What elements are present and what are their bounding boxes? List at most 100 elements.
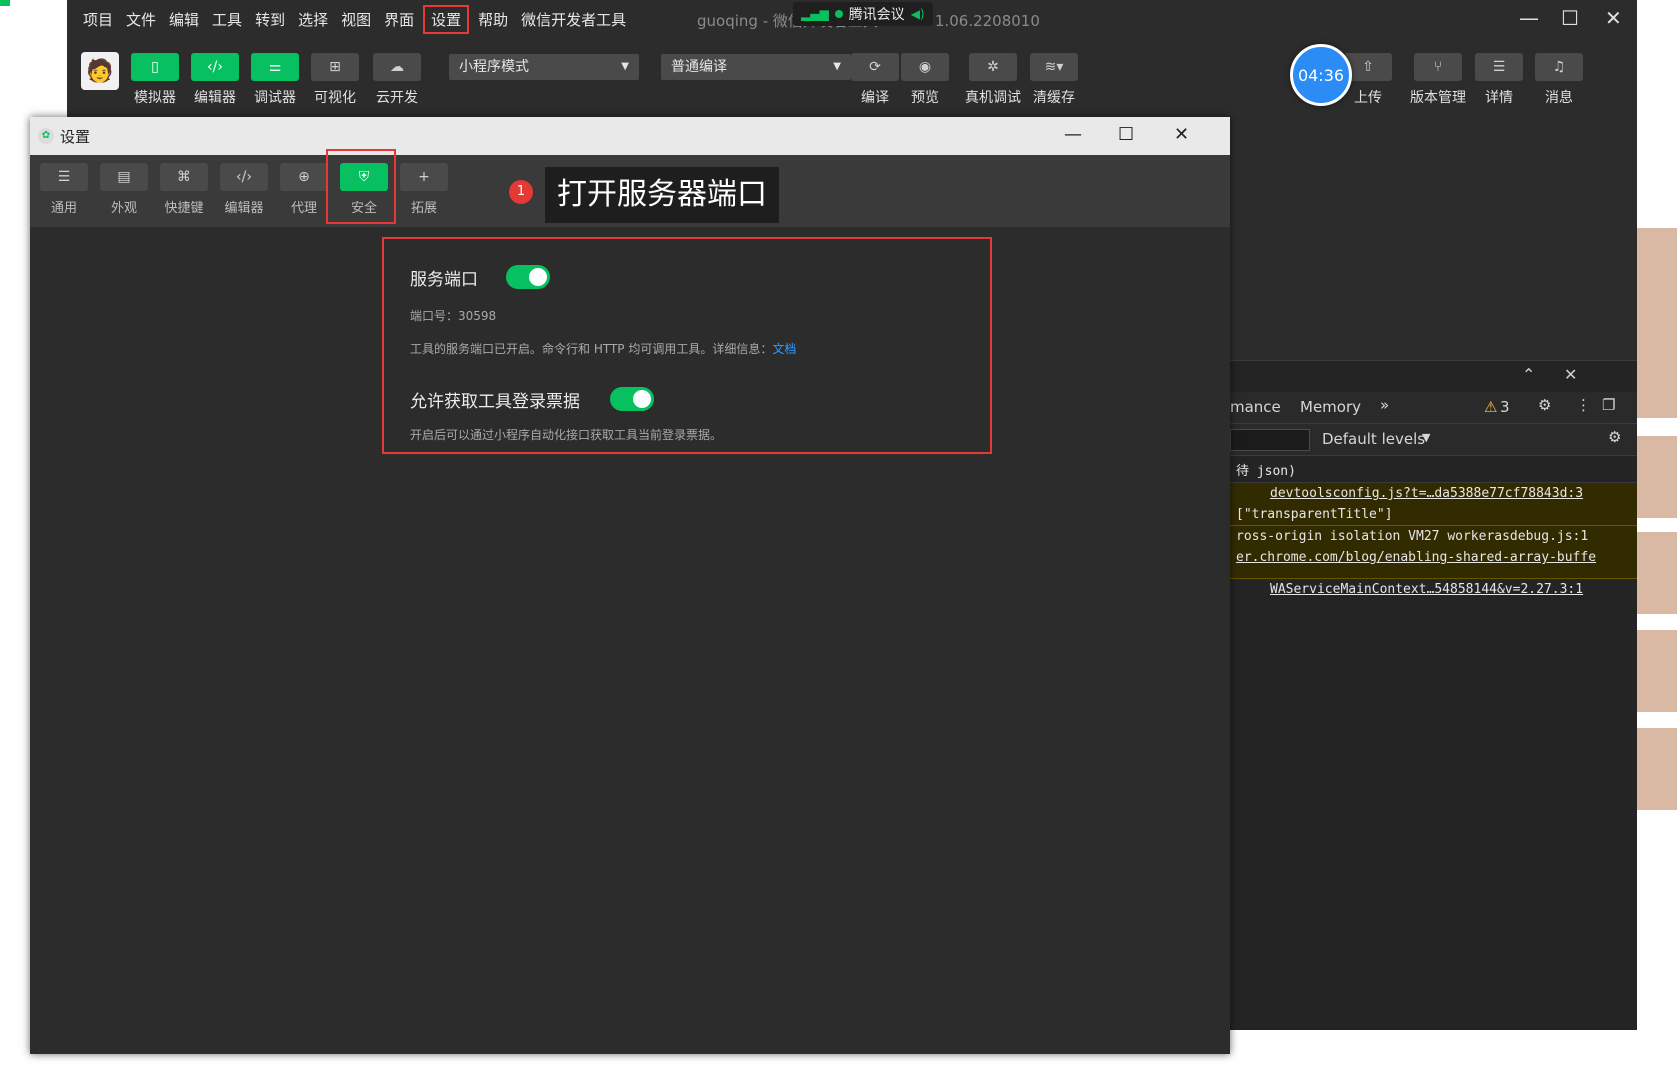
clear-cache-button[interactable]: ≋▾ 清缓存 — [1030, 53, 1078, 107]
step-badge: 1 — [509, 180, 533, 204]
minimize-icon[interactable]: — — [1064, 124, 1082, 145]
compile-select[interactable]: 普通编译 ▼ — [661, 54, 851, 80]
cloud-label: 云开发 — [376, 90, 418, 106]
close-icon[interactable]: ✕ — [1605, 6, 1622, 30]
tab-editor[interactable]: ‹/› 编辑器 — [220, 163, 268, 216]
tab-editor-label: 编辑器 — [224, 201, 264, 216]
tab-performance[interactable]: mance — [1230, 398, 1281, 416]
refresh-icon: ⟳ — [851, 53, 899, 81]
wechat-logo-icon: ✿ — [38, 128, 54, 144]
simulator-button[interactable]: ▯ 模拟器 — [131, 53, 179, 107]
speaker-icon: ◀) — [910, 7, 925, 21]
doc-link[interactable]: 文档 — [772, 342, 796, 356]
details-button[interactable]: ☰ 详情 — [1475, 53, 1523, 107]
console-warning: devtoolsconfig.js?t=…da5388e77cf78843d:3… — [1230, 483, 1637, 526]
sliders-icon: ⚌ — [251, 53, 299, 81]
menu-item-help[interactable]: 帮助 — [478, 9, 508, 30]
console-line: 待 json) — [1230, 457, 1637, 483]
background-window-strip — [1637, 228, 1677, 418]
dock-icon[interactable]: ❐ — [1602, 396, 1615, 414]
plus-icon: + — [400, 163, 448, 191]
background-window-strip — [1637, 436, 1677, 518]
editor-label: 编辑器 — [194, 90, 236, 106]
layers-icon: ≋▾ — [1030, 53, 1078, 81]
tab-proxy[interactable]: ⊕ 代理 — [280, 163, 328, 216]
list-icon: ☰ — [40, 163, 88, 191]
version-button[interactable]: ⑂ 版本管理 — [1410, 53, 1466, 107]
caret-down-icon: ▼ — [621, 61, 629, 72]
console-settings-icon[interactable]: ⚙ — [1608, 428, 1621, 446]
kebab-icon[interactable]: ⋮ — [1576, 396, 1591, 414]
main-toolbar: 🧑 ▯ 模拟器 ‹/› 编辑器 ⚌ 调试器 ⊞ 可视化 ☁ 云开发 小程序模式 … — [67, 48, 1637, 108]
maximize-icon[interactable]: ☐ — [1561, 6, 1579, 30]
compile-select-value: 普通编译 — [671, 59, 727, 75]
close-icon[interactable]: ✕ — [1174, 124, 1189, 145]
dialog-titlebar: ✿ 设置 — ☐ ✕ — [30, 117, 1230, 155]
menu-item-settings[interactable]: 设置 — [423, 4, 470, 34]
chrome-blog-link[interactable]: er.chrome.com/blog/enabling-shared-array… — [1236, 550, 1596, 565]
mode-select-value: 小程序模式 — [459, 59, 529, 75]
tab-extensions[interactable]: + 拓展 — [400, 163, 448, 216]
menu-item-view[interactable]: 视图 — [341, 9, 371, 30]
simulator-label: 模拟器 — [134, 90, 176, 106]
console-warning: ross-origin isolation VM27 workerasdebug… — [1230, 526, 1637, 579]
real-debug-button[interactable]: ✲ 真机调试 — [965, 53, 1021, 107]
allow-ticket-title: 允许获取工具登录票据 — [410, 392, 580, 412]
bug-icon: ✲ — [969, 53, 1017, 81]
menu-item-project[interactable]: 项目 — [83, 9, 113, 30]
menu-item-goto[interactable]: 转到 — [255, 9, 285, 30]
meeting-timer[interactable]: 04:36 — [1290, 44, 1352, 106]
tab-shortcuts[interactable]: ⌘ 快捷键 — [160, 163, 208, 216]
signal-icon: ▂▄▆ — [801, 7, 829, 21]
layout-icon: ⊞ — [311, 53, 359, 81]
meeting-label: 腾讯会议 — [848, 7, 905, 23]
menu-item-edit[interactable]: 编辑 — [169, 9, 199, 30]
service-port-title: 服务端口 — [410, 270, 478, 290]
editor-button[interactable]: ‹/› 编辑器 — [191, 53, 239, 107]
menu-item-file[interactable]: 文件 — [126, 9, 156, 30]
security-tab-highlight — [326, 149, 396, 224]
tab-memory[interactable]: Memory — [1300, 398, 1361, 416]
menu-item-wechat-devtools[interactable]: 微信开发者工具 — [521, 9, 626, 30]
upload-label: 上传 — [1354, 90, 1382, 106]
source-link[interactable]: devtoolsconfig.js?t=…da5388e77cf78843d:3 — [1270, 486, 1583, 501]
filter-input[interactable] — [1230, 429, 1310, 451]
allow-ticket-toggle[interactable] — [610, 387, 654, 411]
debugger-button[interactable]: ⚌ 调试器 — [251, 53, 299, 107]
gear-icon[interactable]: ⚙ — [1538, 396, 1551, 414]
more-tabs-icon[interactable]: » — [1380, 396, 1389, 414]
compile-label: 编译 — [861, 90, 889, 106]
minimize-icon[interactable]: — — [1519, 6, 1539, 30]
menu-item-select[interactable]: 选择 — [298, 9, 328, 30]
corner-mark — [0, 0, 10, 6]
console-line: ["transparentTitle"] — [1236, 507, 1393, 522]
mode-select[interactable]: 小程序模式 ▼ — [449, 54, 639, 80]
details-label: 详情 — [1485, 90, 1513, 106]
close-devtools-icon[interactable]: ✕ — [1564, 365, 1577, 384]
preview-button[interactable]: ◉ 预览 — [901, 53, 949, 107]
tab-proxy-label: 代理 — [290, 201, 317, 216]
tab-appearance[interactable]: ▤ 外观 — [100, 163, 148, 216]
collapse-up-icon[interactable]: ⌃ — [1522, 365, 1535, 384]
cloud-button[interactable]: ☁ 云开发 — [373, 53, 421, 107]
messages-button[interactable]: ♫ 消息 — [1535, 53, 1583, 107]
console-output: 待 json) devtoolsconfig.js?t=…da5388e77cf… — [1230, 457, 1637, 600]
menu-item-tools[interactable]: 工具 — [212, 9, 242, 30]
visual-button[interactable]: ⊞ 可视化 — [311, 53, 359, 107]
menu-icon: ☰ — [1475, 53, 1523, 81]
default-levels-dropdown[interactable]: Default levels — [1322, 430, 1425, 448]
source-link[interactable]: WAServiceMainContext…54858144&v=2.27.3:1 — [1270, 582, 1583, 597]
version-label: 版本管理 — [1410, 90, 1466, 106]
warning-icon: ⚠ — [1484, 398, 1498, 416]
service-port-toggle[interactable] — [506, 265, 550, 289]
recording-dot-icon — [834, 10, 843, 18]
menu-item-interface[interactable]: 界面 — [384, 9, 414, 30]
tab-general[interactable]: ☰ 通用 — [40, 163, 88, 216]
console-line: ross-origin isolation VM27 workerasdebug… — [1236, 529, 1589, 544]
avatar[interactable]: 🧑 — [81, 52, 119, 90]
caret-down-icon: ▼ — [1422, 431, 1431, 444]
warning-count[interactable]: 3 — [1500, 398, 1510, 416]
compile-button[interactable]: ⟳ 编译 — [851, 53, 899, 107]
meeting-indicator[interactable]: ▂▄▆ 腾讯会议 ◀) — [793, 2, 933, 26]
maximize-icon[interactable]: ☐ — [1118, 124, 1134, 145]
